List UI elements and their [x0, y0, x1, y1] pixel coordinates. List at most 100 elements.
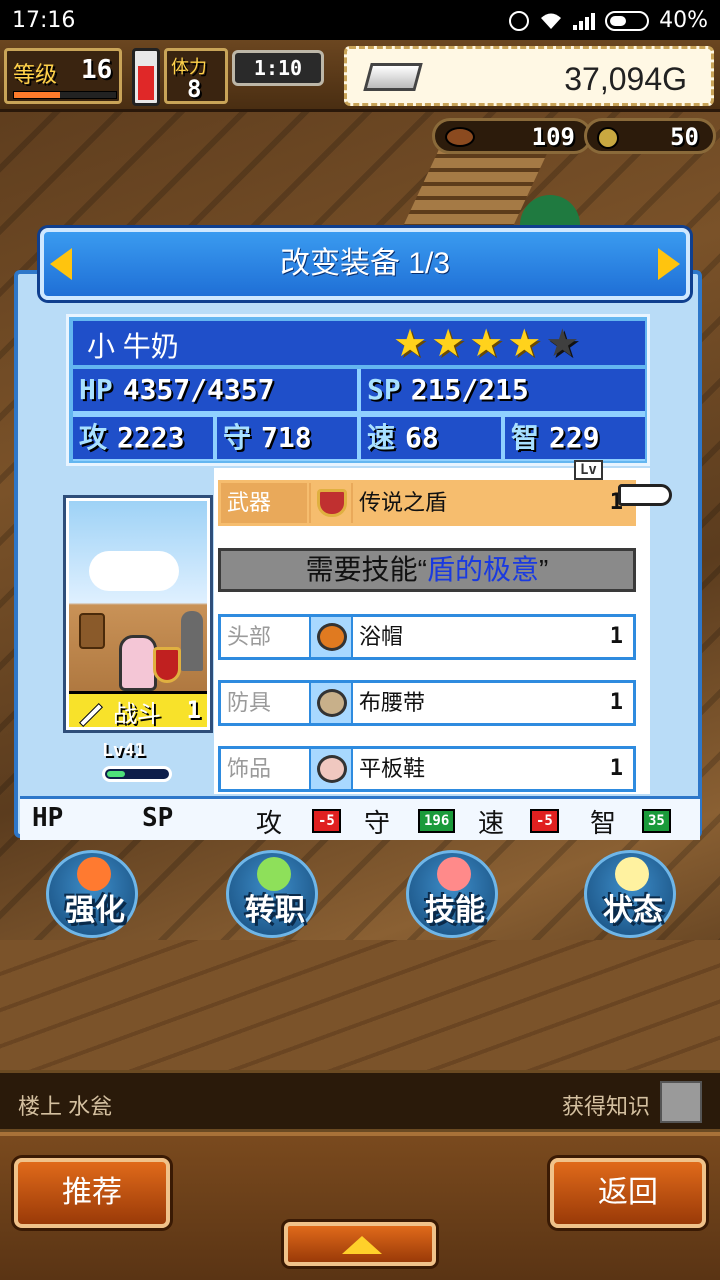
deck-floor — [0, 940, 720, 1070]
action-button-2[interactable]: 技能 — [406, 850, 498, 938]
slot-label: 武器 — [221, 483, 307, 523]
action-label: 转职 — [245, 893, 305, 928]
hp-value: 4357/4357 — [122, 373, 275, 406]
req-prefix: 需要技能“ — [305, 554, 427, 585]
equipment-list: Lv 武器 传说之盾 1 需要技能“盾的极意” 头部 浴帽 1 防具 布腰带 1 饰品 平板鞋… — [214, 460, 650, 794]
star-icon: ★ — [545, 321, 580, 365]
previous-arrow-icon[interactable] — [50, 248, 72, 280]
diff-int-delta: 35 — [642, 809, 671, 833]
star-icon: ★ — [469, 321, 504, 365]
stat-diff-bar: HP SP 攻 -5 守 196 速 -5 智 35 — [20, 796, 700, 840]
pointer-hand-icon — [618, 484, 672, 506]
hp-bottle-icon — [132, 48, 160, 106]
recommend-button[interactable]: 推荐 — [14, 1158, 170, 1228]
character-level: Lv41 — [102, 740, 146, 761]
spd-value: 68 — [405, 421, 439, 454]
action-button-3[interactable]: 状态 — [584, 850, 676, 938]
level-value: 16 — [81, 55, 113, 85]
slot-label: 头部 — [227, 624, 272, 649]
dialog-title: 改变装备 1/3 — [279, 247, 451, 280]
diff-def-label: 守 — [364, 809, 391, 839]
action-button-1[interactable]: 转职 — [226, 850, 318, 938]
ball-count: 109 — [531, 123, 575, 151]
diff-spd-label: 速 — [478, 809, 505, 839]
hp-cell: HP 4357/4357 — [73, 369, 357, 411]
character-sprite — [119, 635, 157, 691]
int-label: 智 — [511, 421, 540, 454]
signal-icon — [573, 12, 596, 30]
dialog-panel: 小 牛奶 ★ ★ ★ ★ ★ HP 4357/4357 SP 215/215 攻 2223 守… — [14, 270, 702, 840]
pillar — [181, 611, 203, 671]
item-name: 平板鞋 — [359, 756, 426, 781]
hp-bottle-fill — [138, 65, 154, 100]
barrel — [79, 613, 105, 649]
diff-spd-delta: -5 — [530, 809, 559, 833]
name-row: 小 牛奶 ★ ★ ★ ★ ★ — [73, 321, 645, 365]
equip-row[interactable]: 饰品 平板鞋 1 — [218, 746, 636, 792]
item-level: 1 — [609, 624, 623, 649]
next-arrow-icon[interactable] — [658, 248, 680, 280]
equip-row-weapon[interactable]: 武器 传说之盾 1 — [218, 480, 636, 526]
equip-row[interactable]: 头部 浴帽 1 — [218, 614, 636, 660]
diff-atk-delta: -5 — [312, 809, 341, 833]
coin-icon — [597, 127, 619, 149]
sp-value: 215/215 — [410, 373, 529, 406]
req-suffix: ” — [539, 554, 549, 585]
diff-sp-label: SP — [142, 803, 174, 833]
battle-badge: 战斗 1 — [69, 691, 207, 728]
anchor-icon[interactable] — [660, 1081, 702, 1123]
shield-icon — [309, 483, 353, 523]
diff-int-label: 智 — [590, 809, 617, 839]
coin-counter: 50 — [584, 118, 716, 154]
battery-icon — [605, 10, 650, 31]
expand-button[interactable] — [284, 1222, 436, 1266]
item-level: 1 — [609, 690, 623, 715]
level-progress-fill — [14, 92, 60, 98]
stamina-timer: 1:10 — [232, 50, 324, 86]
stamina-value: 8 — [187, 75, 202, 103]
battery-percent: 40% — [659, 8, 708, 33]
donut-icon — [309, 617, 353, 657]
star-icon: ★ — [393, 321, 428, 365]
character-stats-card: 小 牛奶 ★ ★ ★ ★ ★ HP 4357/4357 SP 215/215 攻 2223 守… — [66, 314, 650, 466]
diff-def-delta: 196 — [418, 809, 456, 833]
hp-label: HP — [79, 373, 113, 406]
character-portrait[interactable]: 战斗 1 — [63, 495, 213, 733]
character-name: 小 牛奶 — [87, 331, 179, 362]
def-label: 守 — [223, 421, 252, 454]
top-hud: 等级 16 体力 8 1:10 37,094G — [0, 40, 720, 112]
action-label: 强化 — [65, 893, 125, 928]
ball-counter: 109 — [432, 118, 592, 154]
shield-sprite-icon — [153, 647, 181, 683]
action-label: 技能 — [425, 893, 485, 928]
item-name: 布腰带 — [359, 690, 426, 715]
battle-value: 1 — [186, 696, 201, 724]
wifi-icon — [541, 13, 562, 29]
item-name: 浴帽 — [359, 624, 404, 649]
alarm-icon — [509, 10, 530, 31]
action-label: 状态 — [603, 893, 663, 928]
diff-atk-label: 攻 — [256, 809, 283, 839]
diff-hp-label: HP — [32, 803, 64, 833]
atk-label: 攻 — [79, 421, 108, 454]
up-arrow-icon — [342, 1236, 382, 1254]
star-icon: ★ — [507, 321, 542, 365]
back-button[interactable]: 返回 — [550, 1158, 706, 1228]
sp-label: SP — [367, 373, 401, 406]
gold-panel[interactable]: 37,094G — [344, 46, 714, 106]
def-value: 718 — [261, 421, 312, 454]
equip-row[interactable]: 防具 布腰带 1 — [218, 680, 636, 726]
level-label: 等级 — [13, 63, 58, 88]
status-bar: 17:16 40% — [0, 0, 720, 40]
action-button-0[interactable]: 强化 — [46, 850, 138, 938]
item-level: 1 — [609, 756, 623, 781]
skill-requirement: 需要技能“盾的极意” — [218, 548, 636, 592]
knowledge-text: 获得知识 — [561, 1094, 650, 1119]
battle-label: 战斗 — [113, 700, 161, 728]
level-box: 等级 16 — [4, 48, 122, 104]
slot-label: 饰品 — [227, 756, 272, 781]
sword-icon — [78, 702, 104, 728]
gold-bar-icon — [363, 63, 423, 91]
belt-icon — [309, 683, 353, 723]
atk-cell: 攻 2223 — [73, 417, 213, 459]
